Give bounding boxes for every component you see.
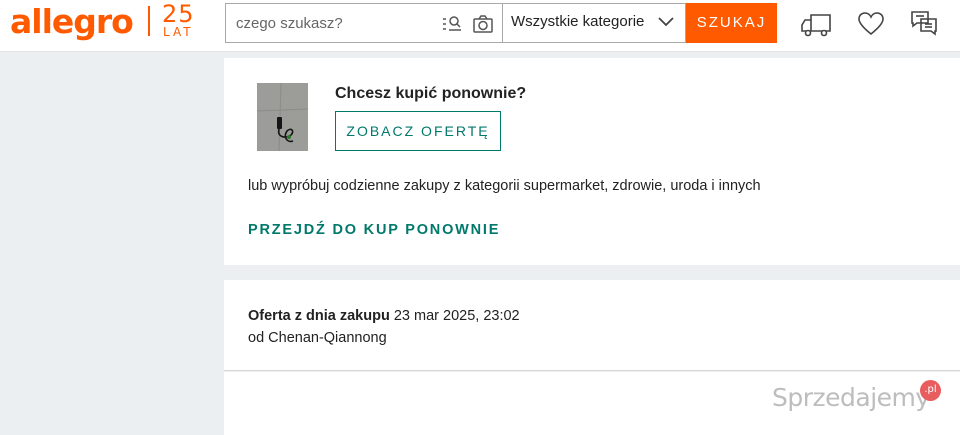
messages-icon[interactable] — [908, 9, 940, 39]
anniversary-number: 25 — [162, 0, 195, 28]
category-selected-value: Wszystkie kategorie — [511, 13, 645, 30]
delivery-truck-icon[interactable] — [800, 9, 832, 39]
see-offer-button[interactable]: ZOBACZ OFERTĘ — [335, 111, 501, 151]
logo-divider — [148, 6, 150, 36]
go-to-buy-again-link[interactable]: PRZEJDŹ DO KUP PONOWNIE — [248, 222, 500, 238]
list-search-icon[interactable] — [441, 13, 463, 35]
chevron-down-icon — [657, 15, 675, 33]
camera-icon[interactable] — [472, 13, 494, 35]
purchase-date: 23 mar 2025, 23:02 — [393, 308, 520, 324]
anniversary-badge: 25 LAT — [162, 2, 195, 38]
product-thumbnail[interactable] — [257, 83, 308, 151]
watermark-badge: .pl — [920, 380, 941, 401]
order-info-card: Oferta z dnia zakupu 23 mar 2025, 23:02 … — [224, 280, 960, 371]
buy-again-card: Chcesz kupić ponownie? ZOBACZ OFERTĘ lub… — [224, 58, 960, 265]
search-button[interactable]: SZUKAJ — [686, 3, 777, 43]
category-select[interactable]: Wszystkie kategorie — [503, 3, 686, 43]
offer-date-label: Oferta z dnia zakupu — [248, 308, 390, 324]
allegro-logo[interactable]: allegro — [10, 2, 134, 41]
buy-again-title: Chcesz kupić ponownie? — [335, 85, 527, 102]
seller-line: od Chenan-Qiannong — [248, 330, 387, 346]
offer-date-line: Oferta z dnia zakupu 23 mar 2025, 23:02 — [248, 308, 520, 324]
heart-icon[interactable] — [855, 9, 887, 39]
search-input[interactable] — [226, 4, 426, 42]
anniversary-label: LAT — [162, 25, 194, 39]
top-bar: allegro 25 LAT Wszystkie kategorie SZU — [0, 0, 960, 52]
watermark-text: Sprzedajemy — [772, 383, 930, 412]
search-box — [225, 3, 503, 43]
suggestion-text: lub wypróbuj codzienne zakupy z kategori… — [248, 178, 761, 194]
